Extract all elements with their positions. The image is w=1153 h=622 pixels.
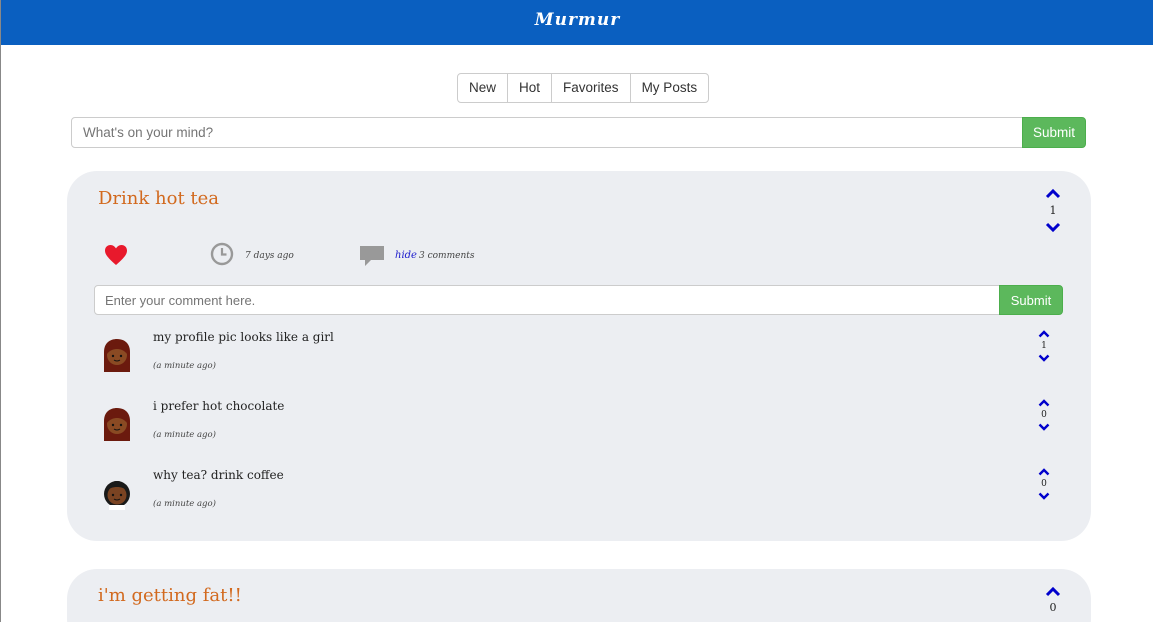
comment-time: (a minute ago) (153, 361, 216, 371)
app-logo[interactable]: Murmur (1, 10, 1153, 30)
comment-time: (a minute ago) (153, 430, 216, 440)
post-vote-control: 1 (1038, 188, 1068, 233)
post-time: 7 days ago (245, 251, 294, 261)
comment-text: why tea? drink coffee (153, 468, 284, 482)
tab-my-posts[interactable]: My Posts (631, 74, 709, 102)
upvote-icon[interactable] (1045, 586, 1061, 597)
comment-vote-count: 1 (1041, 341, 1047, 351)
comment-icon (360, 246, 384, 266)
top-bar: Murmur (1, 0, 1153, 45)
new-post-input[interactable] (71, 117, 1023, 148)
downvote-icon[interactable] (1045, 222, 1061, 233)
comment-text: my profile pic looks like a girl (153, 330, 334, 344)
upvote-icon[interactable] (1038, 329, 1050, 338)
post-vote-control: 0 (1038, 586, 1068, 619)
comment-vote-control: 1 (1032, 329, 1056, 363)
comment-vote-control: 0 (1032, 467, 1056, 501)
post-vote-count: 0 (1049, 601, 1057, 614)
clock-icon (210, 242, 234, 266)
comment-vote-count: 0 (1041, 479, 1047, 489)
avatar (104, 408, 130, 441)
post-card: Drink hot tea 1 7 days ago hide 3 commen… (67, 171, 1091, 541)
downvote-icon[interactable] (1038, 492, 1050, 501)
heart-icon[interactable] (104, 244, 128, 266)
post-title: i'm getting fat!! (98, 585, 242, 606)
comment-vote-count: 0 (1041, 410, 1047, 420)
filter-tabs: New Hot Favorites My Posts (457, 73, 710, 103)
upvote-icon[interactable] (1045, 188, 1061, 199)
comment-time: (a minute ago) (153, 499, 216, 509)
comment-count: 3 comments (419, 251, 475, 261)
tab-hot[interactable]: Hot (508, 74, 553, 102)
comment-item: why tea? drink coffee (a minute ago) 0 (100, 468, 1060, 528)
avatar (104, 339, 130, 372)
hide-comments-link[interactable]: hide (395, 250, 417, 261)
downvote-icon[interactable] (1038, 423, 1050, 432)
post-submit-button[interactable]: Submit (1022, 117, 1086, 148)
comment-submit-button[interactable]: Submit (999, 285, 1063, 315)
comment-item: my profile pic looks like a girl (a minu… (100, 330, 1060, 390)
post-card: i'm getting fat!! 0 (67, 569, 1091, 622)
comment-text: i prefer hot chocolate (153, 399, 285, 413)
tab-new[interactable]: New (458, 74, 509, 102)
upvote-icon[interactable] (1038, 467, 1050, 476)
comment-vote-control: 0 (1032, 398, 1056, 432)
comment-input[interactable] (94, 285, 1000, 315)
comment-item: i prefer hot chocolate (a minute ago) 0 (100, 399, 1060, 459)
post-title: Drink hot tea (98, 188, 220, 209)
upvote-icon[interactable] (1038, 398, 1050, 407)
post-vote-count: 1 (1049, 204, 1057, 217)
tab-favorites[interactable]: Favorites (552, 74, 631, 102)
avatar (104, 481, 130, 510)
downvote-icon[interactable] (1038, 354, 1050, 363)
